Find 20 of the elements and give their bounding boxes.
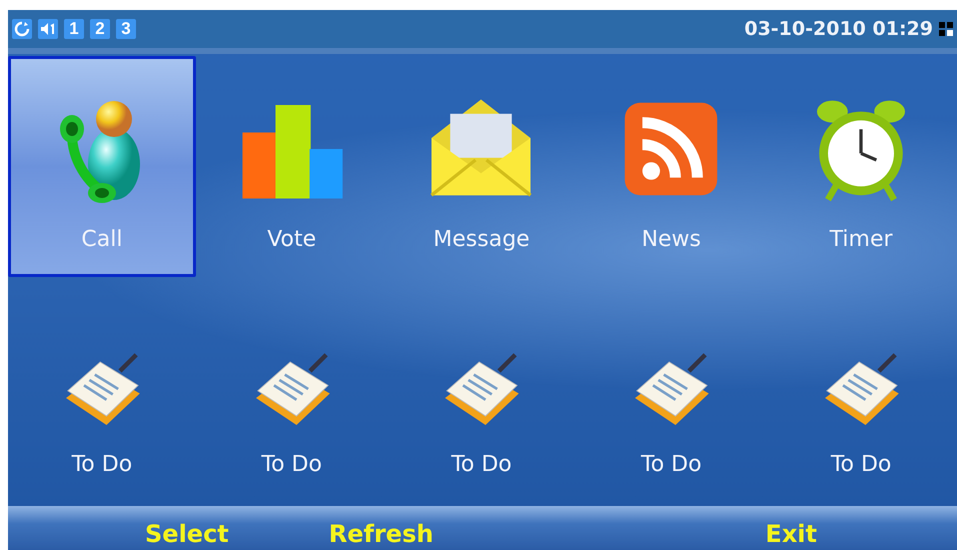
app-tile[interactable]: News: [577, 56, 766, 277]
status-indicator: 2: [90, 19, 110, 39]
date-time: 03-10-2010 01:29: [744, 18, 933, 40]
app-tile[interactable]: Timer: [767, 56, 955, 277]
app-tile[interactable]: To Do: [388, 281, 576, 502]
app-tile[interactable]: To Do: [767, 281, 955, 502]
app-tile[interactable]: To Do: [198, 281, 386, 502]
app-tile[interactable]: To Do: [8, 281, 196, 502]
exit-softkey[interactable]: Exit: [765, 520, 817, 550]
status-indicator: 3: [116, 19, 136, 39]
grid-icon: [939, 22, 953, 36]
app-tile[interactable]: Message: [388, 56, 576, 277]
refresh-softkey[interactable]: Refresh: [328, 520, 434, 550]
app-tile[interactable]: Vote: [198, 56, 386, 277]
app-tile[interactable]: To Do: [577, 281, 766, 502]
app-tile[interactable]: Call: [8, 56, 196, 277]
status-indicator: 1: [64, 19, 84, 39]
speaker-icon: [38, 19, 58, 39]
sync-icon: [12, 19, 32, 39]
select-softkey[interactable]: Select: [145, 520, 229, 550]
